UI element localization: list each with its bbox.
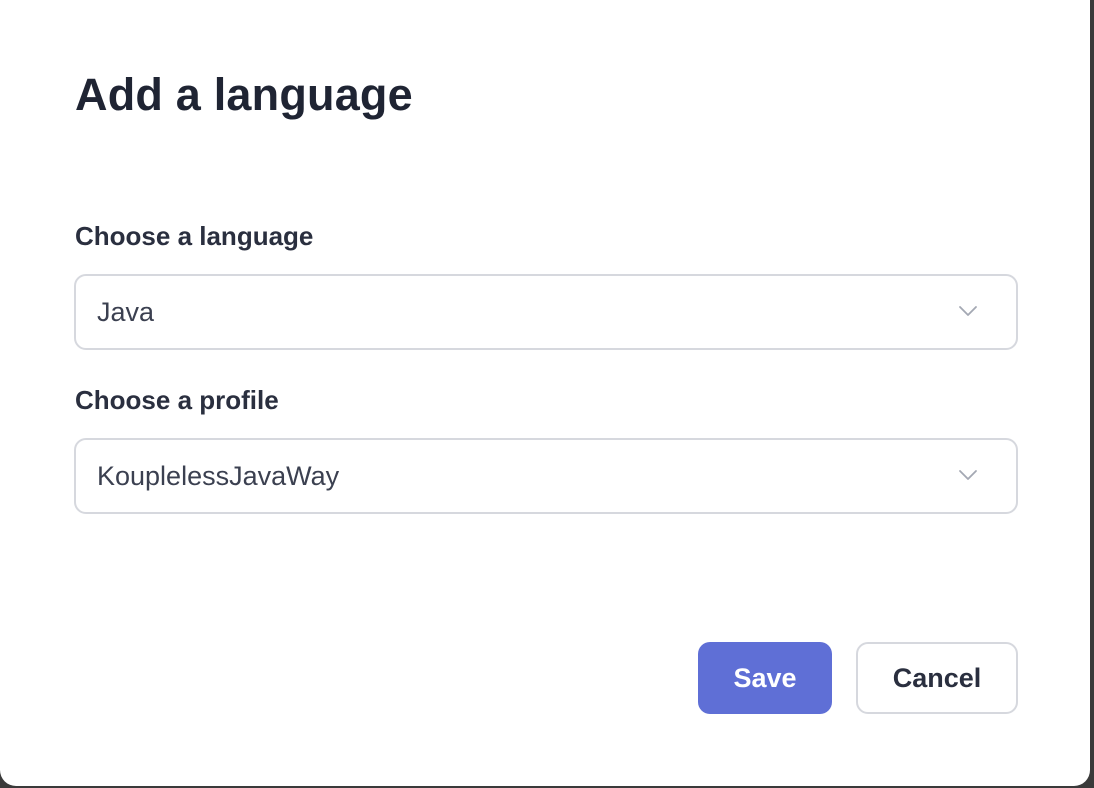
chevron-down-icon xyxy=(959,306,977,316)
profile-select-value: KouplelessJavaWay xyxy=(97,461,340,491)
language-field-label: Choose a language xyxy=(75,221,314,251)
language-select-value: Java xyxy=(97,297,155,327)
chevron-down-icon xyxy=(959,470,977,480)
profile-field-label: Choose a profile xyxy=(75,385,279,415)
save-button[interactable]: Save xyxy=(698,642,832,714)
cancel-button[interactable]: Cancel xyxy=(856,642,1018,714)
add-language-dialog: Add a language Choose a language Java Ch… xyxy=(0,0,1090,786)
language-select[interactable]: Java xyxy=(74,274,1018,350)
profile-select[interactable]: KouplelessJavaWay xyxy=(74,438,1018,514)
dialog-title: Add a language xyxy=(75,69,413,120)
